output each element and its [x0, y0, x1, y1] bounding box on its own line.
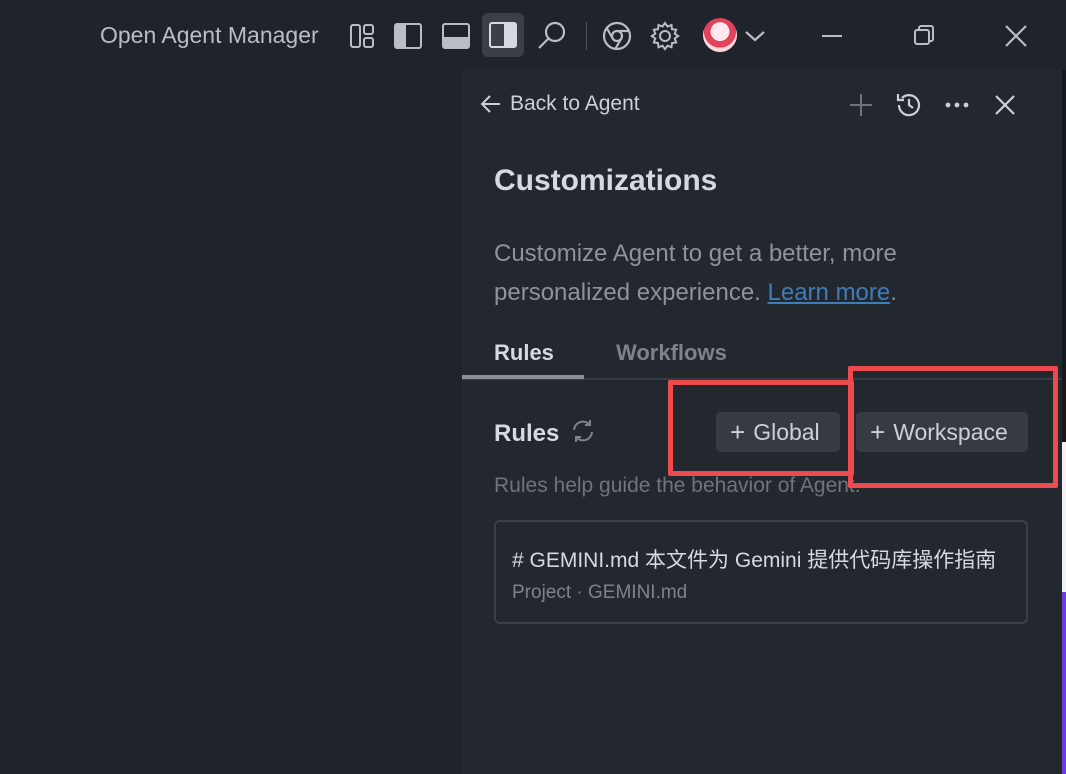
tab-workflows[interactable]: Workflows — [616, 340, 727, 366]
plus-icon[interactable] — [844, 88, 878, 122]
history-icon[interactable] — [892, 88, 926, 122]
rule-subtitle: Project · GEMINI.md — [512, 582, 688, 603]
description: Customize Agent to get a better, more pe… — [494, 234, 964, 312]
rule-item[interactable]: # GEMINI.md 本文件为 Gemini 提供代码库操作指南 Projec… — [494, 520, 1028, 624]
chevron-down-icon[interactable] — [739, 18, 771, 54]
arrow-left-icon — [480, 95, 500, 113]
rules-help-text: Rules help guide the behavior of Agent. — [494, 474, 861, 497]
active-tab-indicator — [462, 375, 584, 379]
title-bar: Open Agent Manager — [0, 0, 1066, 70]
rules-section-title: Rules — [494, 420, 560, 447]
editor-area — [0, 70, 462, 774]
minimize-icon[interactable] — [814, 18, 850, 54]
sidebar-right-icon[interactable] — [482, 13, 524, 57]
more-icon[interactable] — [940, 88, 974, 122]
tab-rules[interactable]: Rules — [494, 340, 554, 366]
gear-icon[interactable] — [649, 18, 681, 54]
description-period: . — [890, 279, 897, 306]
panel-bottom-icon[interactable] — [440, 18, 472, 54]
plus-icon: + — [730, 417, 746, 447]
close-panel-icon[interactable] — [988, 88, 1022, 122]
chrome-icon[interactable] — [601, 18, 633, 54]
close-icon[interactable] — [998, 18, 1034, 54]
tab-bar: Rules Workflows — [462, 338, 1062, 380]
learn-more-link[interactable]: Learn more — [768, 279, 891, 306]
background-window — [1062, 592, 1066, 774]
background-window — [1062, 442, 1066, 592]
app-title: Open Agent Manager — [100, 22, 319, 48]
workspace-button-label: Workspace — [893, 418, 1008, 445]
layout-icon[interactable] — [346, 18, 378, 54]
refresh-icon[interactable] — [570, 418, 596, 444]
avatar[interactable] — [703, 18, 737, 52]
add-workspace-rule-button[interactable]: + Workspace — [856, 412, 1028, 452]
window-edge — [1062, 70, 1066, 774]
page-title: Customizations — [494, 164, 718, 197]
add-global-rule-button[interactable]: + Global — [716, 412, 840, 452]
sidebar-left-icon[interactable] — [392, 18, 424, 54]
rule-title: # GEMINI.md 本文件为 Gemini 提供代码库操作指南 — [512, 549, 997, 572]
customizations-panel: Back to Agent Customizations Customize A… — [462, 70, 1062, 774]
global-button-label: Global — [753, 418, 820, 445]
divider — [586, 22, 587, 50]
back-to-agent-link[interactable]: Back to Agent — [480, 92, 640, 116]
restore-icon[interactable] — [906, 18, 942, 54]
plus-icon: + — [870, 417, 886, 447]
search-icon[interactable] — [536, 18, 568, 54]
back-label: Back to Agent — [510, 92, 640, 115]
